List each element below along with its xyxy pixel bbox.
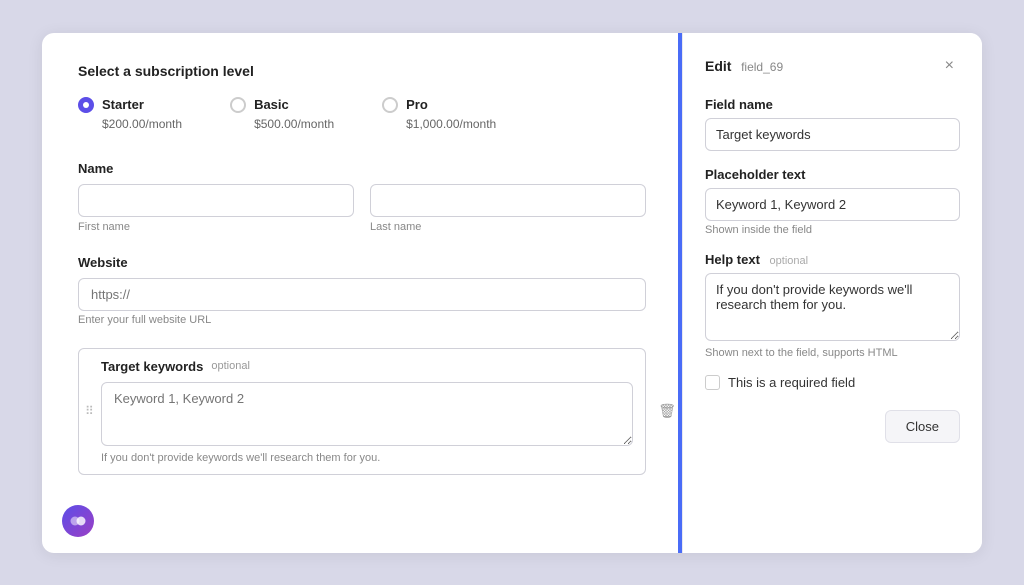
starter-price: $200.00/month — [102, 117, 182, 131]
placeholder-text-group: Placeholder text Shown inside the field — [705, 167, 960, 236]
basic-price: $500.00/month — [254, 117, 334, 131]
required-row: This is a required field — [705, 375, 960, 390]
blue-bar — [678, 33, 682, 553]
first-name-group: First name — [78, 184, 354, 233]
name-label: Name — [78, 161, 646, 176]
placeholder-text-input[interactable] — [705, 188, 960, 221]
pro-price: $1,000.00/month — [406, 117, 496, 131]
website-label: Website — [78, 255, 646, 270]
subscription-options: Starter $200.00/month Basic $500.00/mont… — [78, 97, 646, 131]
required-label: This is a required field — [728, 375, 855, 390]
left-panel: Select a subscription level Starter $200… — [42, 33, 682, 553]
help-text-note: Shown next to the field, supports HTML — [705, 347, 898, 359]
keyword-optional: optional — [211, 360, 250, 372]
field-name-group: Field name — [705, 97, 960, 151]
placeholder-text-label: Placeholder text — [705, 167, 960, 182]
help-text-label: Help text optional — [705, 252, 960, 267]
first-name-input[interactable] — [78, 184, 354, 217]
placeholder-note: Shown inside the field — [705, 224, 812, 236]
subscription-title: Select a subscription level — [78, 63, 646, 79]
website-help: Enter your full website URL — [78, 314, 211, 326]
subscription-basic[interactable]: Basic $500.00/month — [230, 97, 334, 131]
name-section: Name First name Last name — [78, 161, 646, 233]
last-name-group: Last name — [370, 184, 646, 233]
required-checkbox[interactable] — [705, 375, 720, 390]
delete-icon[interactable]: 🗑 — [658, 403, 676, 420]
app-logo — [62, 505, 94, 537]
logo-area — [62, 505, 94, 537]
radio-starter[interactable] — [78, 97, 94, 113]
keyword-label: Target keywords — [101, 359, 203, 374]
last-name-sublabel: Last name — [370, 221, 646, 233]
field-name-input[interactable] — [705, 118, 960, 151]
edit-field-id: field_69 — [741, 60, 783, 74]
close-panel-button[interactable]: × — [939, 55, 960, 77]
subscription-section: Select a subscription level Starter $200… — [78, 63, 646, 131]
drag-handle-icon[interactable]: ⠿ — [85, 404, 94, 418]
basic-label: Basic — [254, 97, 289, 112]
subscription-starter[interactable]: Starter $200.00/month — [78, 97, 182, 131]
right-panel: Edit field_69 × Field name Placeholder t… — [682, 33, 982, 553]
help-optional-tag: optional — [770, 255, 809, 267]
first-name-sublabel: First name — [78, 221, 354, 233]
pro-label: Pro — [406, 97, 428, 112]
keywords-outer: ⠿ Target keywords optional If you don't … — [78, 348, 646, 475]
website-section: Website Enter your full website URL — [78, 255, 646, 326]
target-keywords-header: Target keywords optional — [101, 359, 633, 374]
target-keywords-section: ⠿ Target keywords optional If you don't … — [78, 348, 646, 475]
help-text-group: Help text optional If you don't provide … — [705, 252, 960, 359]
edit-label: Edit — [705, 58, 731, 74]
keyword-textarea[interactable] — [101, 382, 633, 446]
close-action-button[interactable]: Close — [885, 410, 960, 443]
website-input[interactable] — [78, 278, 646, 311]
radio-basic[interactable] — [230, 97, 246, 113]
last-name-input[interactable] — [370, 184, 646, 217]
subscription-pro[interactable]: Pro $1,000.00/month — [382, 97, 496, 131]
edit-panel-header: Edit field_69 × — [705, 55, 960, 77]
field-name-label: Field name — [705, 97, 960, 112]
starter-label: Starter — [102, 97, 144, 112]
keyword-help: If you don't provide keywords we'll rese… — [101, 452, 380, 464]
radio-pro[interactable] — [382, 97, 398, 113]
name-row: First name Last name — [78, 184, 646, 233]
logo-icon — [69, 512, 87, 530]
help-text-textarea[interactable]: If you don't provide keywords we'll rese… — [705, 273, 960, 341]
main-card: Select a subscription level Starter $200… — [42, 33, 982, 553]
edit-title-area: Edit field_69 — [705, 58, 783, 74]
